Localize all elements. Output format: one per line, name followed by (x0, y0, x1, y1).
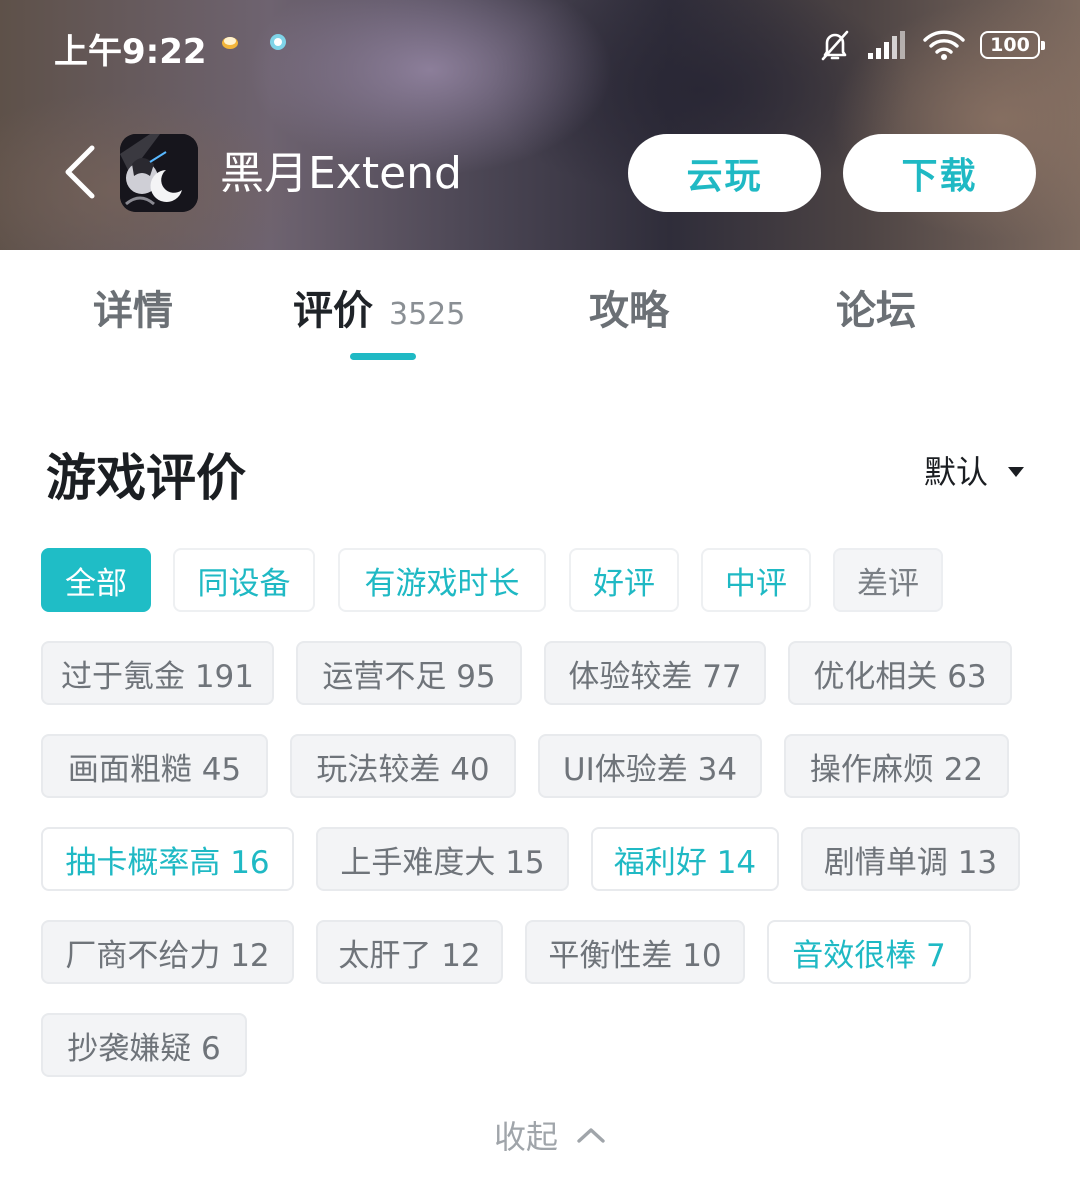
download-button[interactable]: 下载 (843, 134, 1036, 212)
active-tab-indicator (350, 353, 416, 360)
keyword-tag[interactable]: 操作麻烦 22 (784, 734, 1009, 798)
chevron-left-icon (65, 145, 95, 199)
game-review-page: 上午9:22 100 黑月Extend 云玩 下载 详情 评价 3525 攻略 … (0, 0, 1080, 1195)
app-icon (120, 134, 198, 212)
chevron-up-icon (577, 1128, 605, 1143)
header: 上午9:22 100 黑月Extend 云玩 下载 (0, 0, 1080, 250)
sort-dropdown[interactable]: 默认 (923, 450, 1024, 491)
wifi-icon (923, 30, 965, 60)
tab-label: 评价 (293, 288, 373, 334)
status-bar: 上午9:22 100 (0, 0, 1080, 90)
app-name: 黑月Extend (220, 148, 462, 199)
sort-label: 默认 (923, 453, 988, 491)
tab-label: 攻略 (589, 288, 669, 334)
cloud-play-button[interactable]: 云玩 (628, 134, 821, 212)
status-icons: 100 (818, 28, 1045, 62)
status-time: 上午9:22 (54, 32, 207, 72)
collapse-label: 收起 (494, 1118, 559, 1156)
review-count: 3525 (389, 297, 466, 332)
keyword-tag[interactable]: 平衡性差 10 (525, 920, 745, 984)
filter-tag-playtime[interactable]: 有游戏时长 (338, 548, 546, 612)
keyword-tag[interactable]: 玩法较差 40 (290, 734, 516, 798)
keyword-tag[interactable]: 音效很棒 7 (767, 920, 971, 984)
keyword-tag[interactable]: UI体验差 34 (538, 734, 762, 798)
filter-tag-neutral[interactable]: 中评 (701, 548, 811, 612)
keyword-tag[interactable]: 优化相关 63 (788, 641, 1012, 705)
keyword-tag[interactable]: 抄袭嫌疑 6 (41, 1013, 247, 1077)
filter-tag-positive[interactable]: 好评 (569, 548, 679, 612)
battery-indicator: 100 (980, 31, 1045, 59)
mute-bell-icon (821, 30, 849, 61)
keyword-tag[interactable]: 画面粗糙 45 (41, 734, 268, 798)
collapse-button[interactable]: 收起 (494, 1110, 606, 1160)
keyword-tag[interactable]: 运营不足 95 (296, 641, 522, 705)
tab-details[interactable]: 详情 (93, 278, 173, 338)
caret-down-icon (1008, 467, 1024, 477)
keyword-tag[interactable]: 太肝了 12 (316, 920, 503, 984)
filter-tag-same-device[interactable]: 同设备 (173, 548, 315, 612)
signal-icon (868, 31, 905, 59)
keyword-tag[interactable]: 厂商不给力 12 (41, 920, 294, 984)
game-logo-icon (120, 134, 198, 212)
tab-label: 论坛 (836, 288, 916, 334)
app-notification-icon (222, 37, 238, 49)
keyword-tag[interactable]: 体验较差 77 (544, 641, 766, 705)
app-notification-icon (270, 34, 286, 50)
tab-guides[interactable]: 攻略 (589, 278, 669, 338)
keyword-tag[interactable]: 剧情单调 13 (801, 827, 1020, 891)
keyword-tag[interactable]: 上手难度大 15 (316, 827, 569, 891)
keyword-tag[interactable]: 过于氪金 191 (41, 641, 274, 705)
filter-tag-all[interactable]: 全部 (41, 548, 151, 612)
keyword-tag[interactable]: 抽卡概率高 16 (41, 827, 294, 891)
section-title: 游戏评价 (46, 449, 246, 507)
tab-forum[interactable]: 论坛 (836, 278, 916, 338)
tab-label: 详情 (93, 288, 173, 334)
back-button[interactable] (58, 140, 102, 204)
tab-reviews[interactable]: 评价 3525 (293, 278, 465, 338)
filter-tag-negative[interactable]: 差评 (833, 548, 943, 612)
keyword-tag[interactable]: 福利好 14 (591, 827, 779, 891)
